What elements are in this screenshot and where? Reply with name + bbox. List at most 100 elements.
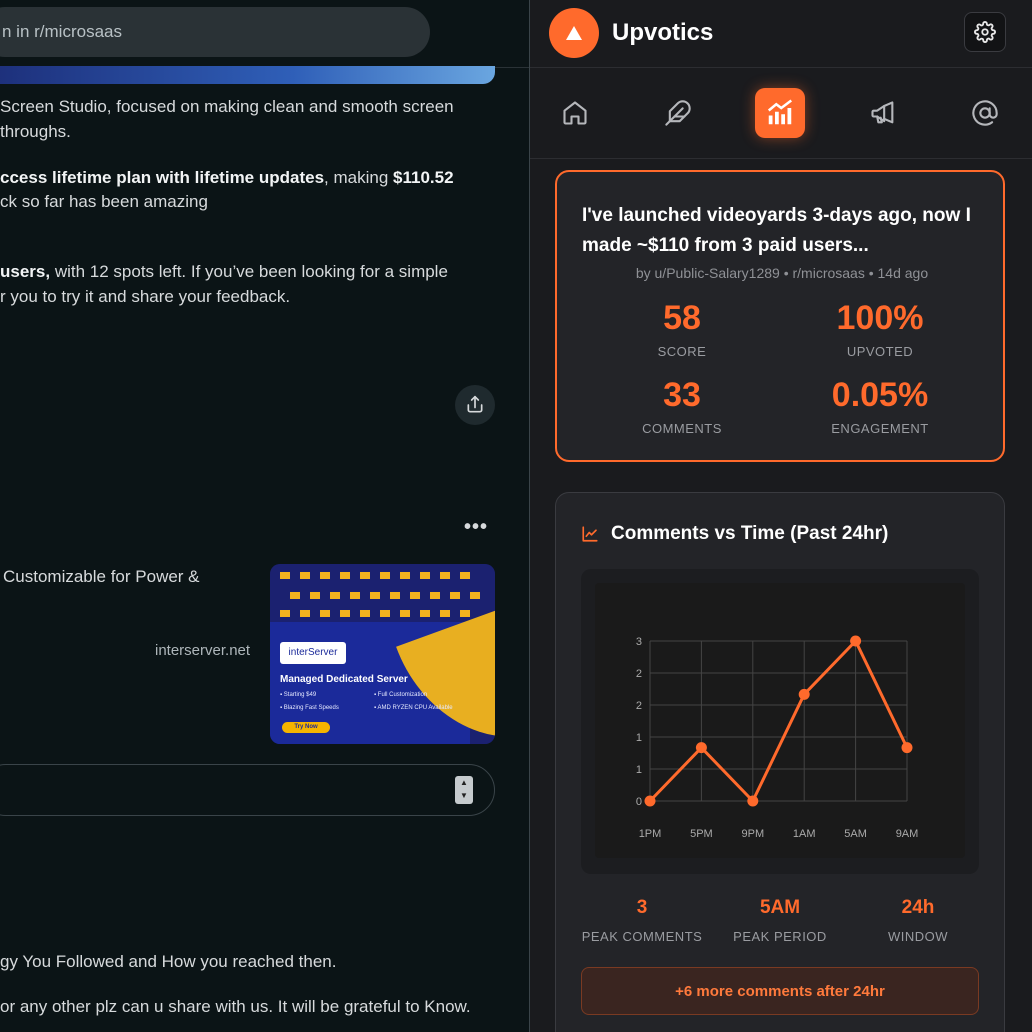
chart-header: Comments vs Time (Past 24hr): [581, 523, 888, 545]
post-body-line: users, with 12 spots left. If you’ve bee…: [0, 262, 448, 282]
ad-feature: ▪ Blazing Fast Speeds: [280, 705, 339, 711]
stat-label: UPVOTED: [846, 344, 914, 359]
ad-logo: interServer: [280, 642, 346, 664]
comment-input[interactable]: [0, 764, 495, 816]
chart-frame: 0 1 1 2 2 3 1PM 5PM 9PM 1AM 5AM 9AM: [581, 569, 979, 874]
at-sign-icon: [972, 100, 998, 126]
post-body-line: ck so far has been amazing: [0, 192, 208, 211]
stat-value: 33: [663, 376, 701, 414]
panel-header: Upvotics: [530, 0, 1032, 68]
data-point: [901, 742, 913, 754]
post-body-line: Screen Studio, focused on making clean a…: [0, 97, 454, 116]
x-tick-label: 1AM: [793, 828, 816, 840]
post-body-line: r you to try it and share your feedback.: [0, 287, 291, 306]
x-tick-label: 5AM: [844, 828, 867, 840]
share-button[interactable]: [455, 385, 495, 425]
stat-engagement: 0.05% ENGAGEMENT: [790, 375, 970, 436]
data-point: [695, 742, 707, 754]
post-body-line: ccess lifetime plan with lifetime update…: [0, 168, 454, 188]
reddit-page: n in r/microsaas Screen Studio, focused …: [0, 0, 530, 1032]
app-logo: [549, 8, 599, 58]
post-stats-card: I've launched videoyards 3-days ago, now…: [555, 170, 1005, 462]
x-tick-label: 9AM: [896, 828, 919, 840]
app-title: Upvotics: [612, 19, 714, 46]
data-point: [798, 688, 810, 700]
chart-title: Comments vs Time (Past 24hr): [611, 523, 889, 544]
line-chart-icon: [582, 526, 598, 542]
home-icon: [563, 101, 587, 125]
comment-text: or any other plz can u share with us. It…: [0, 997, 471, 1016]
x-tick-label: 1PM: [639, 828, 662, 840]
summary-label: PEAK COMMENTS: [581, 929, 703, 944]
y-tick-label: 1: [636, 764, 642, 776]
ad-image[interactable]: interServer Managed Dedicated Server ▪ S…: [270, 564, 495, 744]
summary-label: WINDOW: [887, 929, 949, 944]
chart-canvas: 0 1 1 2 2 3 1PM 5PM 9PM 1AM 5AM 9AM: [595, 583, 965, 858]
plain-text: , making: [324, 168, 394, 187]
stat-label: SCORE: [657, 344, 707, 359]
summary-label: PEAK PERIOD: [733, 929, 827, 944]
y-tick-label: 1: [636, 732, 642, 744]
stat-comments: 33 COMMENTS: [592, 375, 772, 436]
feather-icon: [665, 100, 691, 126]
ad-feature: ▪ AMD RYZEN CPU Available: [374, 705, 453, 711]
post-title[interactable]: I've launched videoyards 3-days ago, now…: [582, 201, 987, 261]
post-media-banner: [0, 66, 495, 84]
nav-analytics[interactable]: [755, 88, 805, 138]
bold-text: ccess lifetime plan with lifetime update…: [0, 168, 325, 187]
nav-promote[interactable]: [858, 88, 908, 138]
x-tick-label: 5PM: [690, 828, 713, 840]
share-icon: [467, 395, 483, 413]
data-point: [850, 635, 862, 647]
panel-nav: [530, 68, 1032, 159]
summary-window: 24h WINDOW: [848, 897, 988, 944]
more-options-icon[interactable]: •••: [464, 516, 488, 539]
ad-feature: ▪ Starting $49: [280, 692, 317, 698]
analytics-icon: [767, 99, 792, 125]
stat-label: ENGAGEMENT: [831, 421, 929, 436]
y-tick-label: 3: [636, 636, 642, 648]
data-point: [747, 795, 759, 807]
ad-cta-button[interactable]: Try Now: [282, 722, 330, 733]
summary-peak-comments: 3 PEAK COMMENTS: [572, 897, 712, 944]
stat-upvoted: 100% UPVOTED: [790, 298, 970, 359]
series-line: [648, 639, 909, 803]
bold-text: users,: [0, 262, 51, 281]
nav-mentions[interactable]: [960, 88, 1010, 138]
plain-text: with 12 spots left. If you’ve been looki…: [50, 262, 448, 281]
stat-value: 58: [663, 299, 701, 337]
stat-value: 100%: [836, 299, 924, 337]
search-input[interactable]: n in r/microsaas: [0, 7, 430, 57]
upvote-triangle-icon: [566, 26, 582, 40]
comment-text: gy You Followed and How you reached then…: [0, 952, 337, 971]
nav-home[interactable]: [550, 88, 600, 138]
y-tick-label: 0: [636, 796, 642, 808]
comments-line-chart: 0 1 1 2 2 3 1PM 5PM 9PM 1AM 5AM 9AM: [636, 635, 919, 840]
ad-title[interactable]: Customizable for Power &: [3, 567, 200, 587]
comments-chart-card: Comments vs Time (Past 24hr) 0 1 1 2 2 3 1PM 5P…: [555, 492, 1005, 1032]
upvotics-panel: Upvotics I've launched videoyards 3-days…: [530, 0, 1032, 1032]
gear-icon: [974, 21, 996, 43]
settings-button[interactable]: [964, 12, 1006, 52]
ad-headline: Managed Dedicated Server: [280, 674, 408, 685]
y-tick-label: 2: [636, 700, 642, 712]
ad-feature: ▪ Full Customization: [374, 692, 428, 698]
stat-score: 58 SCORE: [592, 298, 772, 359]
post-meta: by u/Public-Salary1289 • r/microsaas • 1…: [635, 265, 929, 281]
stat-label: COMMENTS: [642, 421, 722, 436]
bold-text: $110.52: [393, 168, 454, 187]
ad-domain[interactable]: interserver.net: [155, 642, 250, 659]
nav-compose[interactable]: [653, 88, 703, 138]
summary-value: 24h: [901, 897, 935, 918]
scroll-stepper[interactable]: ▲ ▼: [455, 776, 473, 804]
y-tick-label: 2: [636, 668, 642, 680]
summary-value: 5AM: [759, 897, 801, 918]
more-comments-button[interactable]: +6 more comments after 24hr: [581, 967, 979, 1015]
x-tick-label: 9PM: [741, 828, 764, 840]
megaphone-icon: [871, 101, 894, 124]
summary-peak-period: 5AM PEAK PERIOD: [710, 897, 850, 944]
summary-value: 3: [636, 897, 648, 918]
post-body-line: throughs.: [0, 122, 71, 141]
data-point: [644, 795, 656, 807]
stat-value: 0.05%: [831, 376, 929, 414]
